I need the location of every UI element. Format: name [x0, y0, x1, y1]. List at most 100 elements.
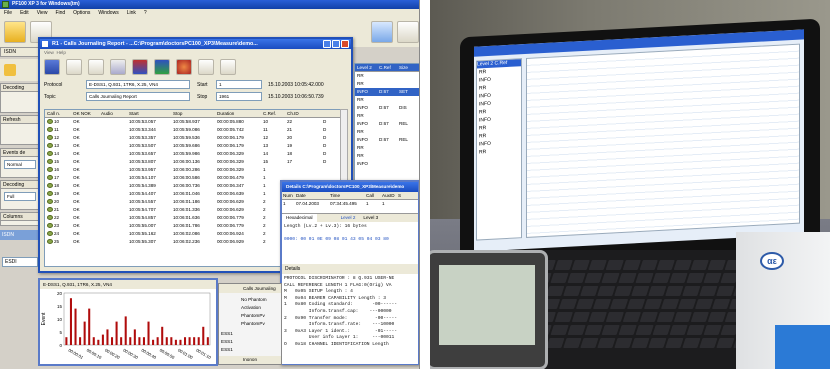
- menu-edit[interactable]: Edit: [20, 9, 29, 17]
- disc-icon[interactable]: [397, 21, 419, 43]
- event-bar: [101, 334, 104, 345]
- level2-cell: RR: [357, 129, 364, 134]
- journal-item[interactable]: PhantomPv: [241, 320, 267, 328]
- report-menu-help[interactable]: Help: [56, 50, 65, 55]
- level2-row[interactable]: RR: [355, 80, 419, 88]
- call-number-cell: 23: [45, 222, 73, 230]
- event-bar: [110, 337, 114, 345]
- table-row[interactable]: 13 OK 10:05:53.507 10:05:59.686 00:00:06.179…: [45, 142, 340, 150]
- topic-select[interactable]: Calls Journaling Report: [86, 92, 190, 101]
- protocol-select[interactable]: E-DSS1, Q.931, 1TR6, X.25, VN4: [86, 80, 190, 89]
- keyboard-key: [652, 273, 671, 283]
- zoom-icon[interactable]: [198, 59, 214, 75]
- decode-line: 1 0x80 Coding standard: -00------: [284, 302, 398, 308]
- table-cell: 10:06:00.136: [173, 159, 200, 164]
- report-print-icon[interactable]: [44, 59, 60, 75]
- esdi-field[interactable]: ESDI: [2, 257, 38, 267]
- level2-row[interactable]: RR: [355, 152, 419, 160]
- tab-isdn[interactable]: ISDN: [0, 47, 40, 57]
- event-bar: [170, 337, 173, 345]
- details-header: Num Date Time Call AuxID S: [282, 192, 418, 200]
- report-menu-view[interactable]: View: [44, 50, 54, 55]
- level2-row[interactable]: RR: [355, 128, 419, 136]
- refresh-icon[interactable]: [371, 21, 393, 43]
- journal-item[interactable]: Activation: [241, 304, 267, 312]
- open-folder-icon[interactable]: [4, 21, 26, 43]
- table-cell: OK: [73, 183, 80, 188]
- table-row[interactable]: 11 OK 10:05:53.344 10:05:59.086 00:00:05.742…: [45, 126, 340, 134]
- bar-chart-icon[interactable]: [132, 59, 148, 75]
- table-cell: 11: [263, 127, 268, 132]
- call-number: 25: [54, 239, 60, 244]
- report-export-icon[interactable]: [110, 59, 126, 75]
- keyboard-key: [707, 312, 726, 322]
- table-cell: 00:00:06.629: [217, 199, 244, 204]
- folder-icon[interactable]: [4, 64, 16, 76]
- table-cell: 21: [287, 127, 293, 132]
- keyboard-key: [622, 312, 641, 322]
- y-tick-label: 0: [59, 343, 62, 348]
- stop-field[interactable]: 1961: [216, 92, 262, 101]
- level2-row[interactable]: INFO: [355, 160, 419, 168]
- menu-link[interactable]: Link: [127, 9, 136, 17]
- level2-cell: [399, 96, 419, 104]
- table-cell: OK: [73, 231, 80, 236]
- keyboard-key: [605, 312, 624, 322]
- report-menubar: View Help: [40, 49, 351, 57]
- maximize-button[interactable]: [332, 40, 340, 48]
- start-field[interactable]: 1: [216, 80, 262, 89]
- tab-isdn-lower[interactable]: ISDN: [0, 230, 40, 240]
- table-row[interactable]: 15 OK 10:05:53.807 10:06:00.136 00:00:06.329…: [45, 158, 340, 166]
- table-cell: 00:00:06.629: [217, 207, 244, 212]
- tab-level2[interactable]: Level 2: [337, 214, 360, 222]
- y-tick-label: 5: [59, 330, 62, 335]
- level2-cell: [399, 72, 419, 80]
- table-cell: 00:00:06.779: [217, 223, 244, 228]
- level2-row[interactable]: INFO D:67 SET: [355, 88, 419, 96]
- menu-windows[interactable]: Windows: [98, 9, 118, 17]
- journal-item[interactable]: No Phantom: [241, 296, 267, 304]
- level2-row[interactable]: INFO D:67 REL: [355, 120, 419, 128]
- keyboard-key: [682, 338, 701, 348]
- level2-row[interactable]: RR: [355, 144, 419, 152]
- level2-row[interactable]: RR: [355, 112, 419, 120]
- journal-item[interactable]: PhantomPv: [241, 312, 267, 320]
- tab-hexadecimal[interactable]: Hexadecimal: [282, 214, 317, 222]
- table-cell: 00:00:06.639: [217, 191, 244, 196]
- column-chart-icon[interactable]: [154, 59, 170, 75]
- table-row[interactable]: 16 OK 10:05:53.957 10:06:00.286 00:00:06.329…: [45, 166, 340, 174]
- close-button[interactable]: [341, 40, 349, 48]
- events-select[interactable]: Normal: [4, 160, 36, 169]
- level2-row[interactable]: INFO D:67 REL: [355, 136, 419, 144]
- keyboard-key: [571, 260, 590, 270]
- pie-chart-icon[interactable]: [176, 59, 192, 75]
- level2-row[interactable]: INFO D:67 DIS: [355, 104, 419, 112]
- y-axis-label: Event: [41, 312, 47, 325]
- table-cell: 10:05:53.344: [129, 127, 156, 132]
- laptop-screen-row: RR: [479, 125, 487, 132]
- menu-file[interactable]: File: [4, 9, 12, 17]
- report-copy-icon[interactable]: [88, 59, 104, 75]
- table-cell: D: [323, 151, 327, 156]
- menu-find[interactable]: Find: [55, 9, 65, 17]
- level2-row[interactable]: RR: [355, 96, 419, 104]
- decoding-select[interactable]: Full: [4, 192, 36, 201]
- reload-icon[interactable]: [220, 59, 236, 75]
- level2-row[interactable]: RR: [355, 72, 419, 80]
- table-cell: 10:05:55.162: [129, 231, 156, 236]
- menu-view[interactable]: View: [37, 9, 48, 17]
- table-cell: 22: [287, 119, 293, 124]
- menu-options[interactable]: Options: [73, 9, 90, 17]
- details-row[interactable]: 1 07.04.2003 07:34:45.495 1 1: [282, 200, 418, 208]
- table-cell: 10:05:59.536: [173, 135, 200, 140]
- table-row[interactable]: 10 OK 10:05:53.057 10:05:58.937 00:00:05.880…: [45, 118, 340, 126]
- report-title: R1 - Calls Journaling Report - ...C:\Pro…: [52, 41, 258, 47]
- minimize-button[interactable]: [323, 40, 331, 48]
- report-save-icon[interactable]: [66, 59, 82, 75]
- level2-cell: RR: [357, 153, 364, 158]
- table-row[interactable]: 14 OK 10:05:53.657 10:05:59.986 00:00:06.329…: [45, 150, 340, 158]
- tab-level3[interactable]: Level 3: [359, 214, 382, 222]
- menu-help[interactable]: ?: [144, 9, 147, 17]
- table-row[interactable]: 12 OK 10:05:53.357 10:05:59.536 00:00:06.179…: [45, 134, 340, 142]
- decode-line: PROTOCOL DISCRIMINATOR : 8 Q.931 USER-NE: [284, 276, 395, 281]
